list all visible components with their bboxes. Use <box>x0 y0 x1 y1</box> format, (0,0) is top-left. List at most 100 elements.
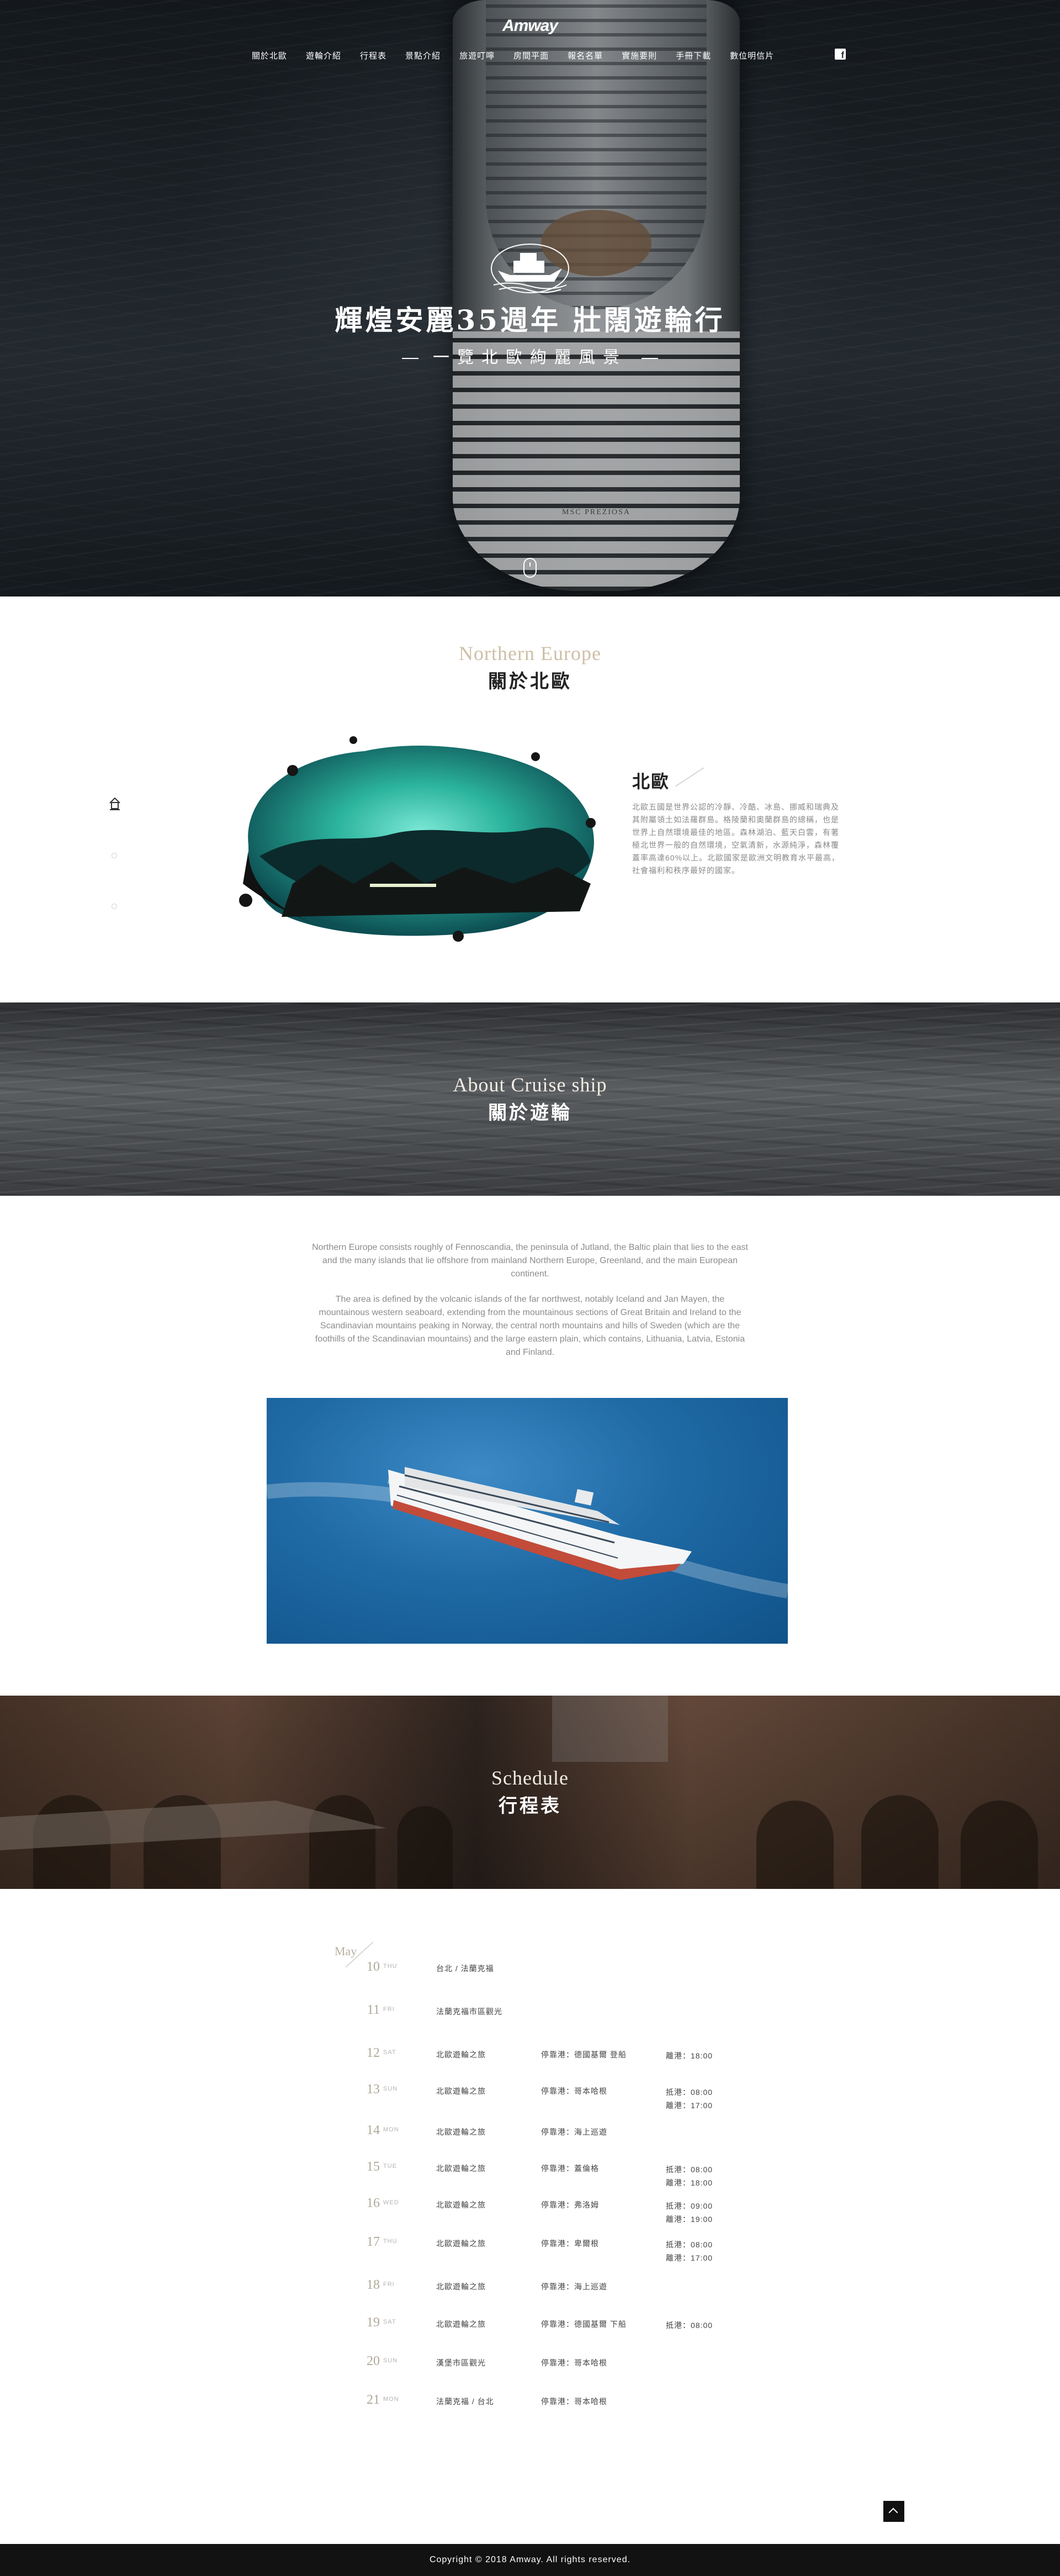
about-cruise-heading: About Cruise ship 關於遊輪 <box>0 1073 1060 1125</box>
schedule-heading: Schedule 行程表 <box>0 1766 1060 1818</box>
section-title-zh: 行程表 <box>499 1795 561 1817</box>
schedule-day: 17 <box>367 2235 380 2249</box>
section-title-en: Northern Europe <box>459 642 601 664</box>
schedule-day: 20 <box>367 2354 380 2368</box>
schedule-section: May 10 THU 台北 / 法蘭克福 11 FRI 法蘭克福市區觀光 12 SAT 北歐遊輪… <box>0 1889 1060 2546</box>
schedule-port: 停靠港：德國基爾 下船 <box>541 2320 627 2329</box>
schedule-port: 停靠港：哥本哈根 <box>541 2397 607 2406</box>
schedule-route: 法蘭克福市區觀光 <box>436 2007 502 2016</box>
schedule-time: 抵港：08:00 <box>666 2088 713 2097</box>
schedule-time: 抵港：08:00 <box>666 2165 713 2174</box>
about-cruise-section: Northern Europe consists roughly of Fenn… <box>0 1196 1060 1696</box>
nav-item[interactable]: 行程表 <box>360 50 386 61</box>
nav-item[interactable]: 手冊下載 <box>676 50 711 61</box>
schedule-day: 16 <box>367 2196 380 2210</box>
schedule-weekday: MON <box>383 2126 399 2133</box>
nav-item[interactable]: 遊輪介紹 <box>306 50 341 61</box>
schedule-times: 抵港：08:00 <box>666 2319 713 2332</box>
schedule-route: 北歐遊輪之旅 <box>436 2320 486 2329</box>
facebook-icon[interactable]: f <box>835 49 846 60</box>
nav-item[interactable]: 實施要則 <box>622 50 657 61</box>
nav-item[interactable]: 數位明信片 <box>730 50 774 61</box>
schedule-route: 北歐遊輪之旅 <box>436 2200 486 2209</box>
schedule-port: 停靠港：哥本哈根 <box>541 2087 607 2095</box>
schedule-times: 離港：18:00 <box>666 2049 713 2062</box>
schedule-port: 停靠港：海上巡遊 <box>541 2128 607 2136</box>
home-icon[interactable] <box>108 796 121 811</box>
schedule-row: 16 WED 北歐遊輪之旅 停靠港：弗洛姆 抵港：09:00 離港：19:00 <box>0 2196 1060 2229</box>
footer: Copyright © 2018 Amway. All rights reser… <box>0 2544 1060 2576</box>
schedule-route: 北歐遊輪之旅 <box>436 2164 486 2173</box>
schedule-row: 10 THU 台北 / 法蘭克福 <box>0 1960 1060 1993</box>
schedule-time: 離港：18:00 <box>666 2051 713 2060</box>
section-title-zh: 關於北歐 <box>488 671 572 693</box>
side-nav-dot[interactable] <box>112 853 117 858</box>
cruise-paragraph: Northern Europe consists roughly of Fenn… <box>312 1243 748 1279</box>
schedule-day: 19 <box>367 2315 380 2330</box>
schedule-port: 停靠港：海上巡遊 <box>541 2282 607 2291</box>
amway-logo[interactable]: Amway <box>497 17 563 35</box>
schedule-route: 漢堡市區觀光 <box>436 2358 486 2367</box>
schedule-time: 抵港：08:00 <box>666 2240 713 2249</box>
schedule-weekday: WED <box>383 2199 399 2206</box>
schedule-day: 13 <box>367 2082 380 2097</box>
hero-subtitle: 一覽北歐絢麗風景 <box>0 344 1060 368</box>
schedule-row: 18 FRI 北歐遊輪之旅 停靠港：海上巡遊 <box>0 2278 1060 2311</box>
schedule-route: 北歐遊輪之旅 <box>436 2239 486 2248</box>
schedule-row: 19 SAT 北歐遊輪之旅 停靠港：德國基爾 下船 抵港：08:00 <box>0 2315 1060 2348</box>
schedule-time: 抵港：09:00 <box>666 2202 713 2210</box>
nav-item[interactable]: 景點介紹 <box>405 50 441 61</box>
nav-item[interactable]: 關於北歐 <box>252 50 287 61</box>
cruise-paragraph: The area is defined by the volcanic isla… <box>315 1295 745 1357</box>
subtitle-dash-right <box>642 358 658 360</box>
aurora-image <box>239 736 596 942</box>
schedule-row: 20 SUN 漢堡市區觀光 停靠港：哥本哈根 <box>0 2354 1060 2387</box>
hero-title: 輝煌安麗35週年 壯闊遊輪行 <box>335 304 725 336</box>
scroll-down-icon[interactable] <box>523 558 537 578</box>
section-title-en: About Cruise ship <box>453 1074 607 1096</box>
cruise-description: Northern Europe consists roughly of Fenn… <box>309 1241 751 1359</box>
schedule-route: 北歐遊輪之旅 <box>436 2282 486 2291</box>
schedule-time: 抵港：08:00 <box>666 2321 713 2330</box>
northern-europe-text: 北歐 北歐五國是世界公認的冷靜、冷酷、冰島、挪威和瑞典及其附屬領土如法羅群島。格… <box>632 768 842 877</box>
nav-item[interactable]: 房間平面 <box>513 50 549 61</box>
schedule-time: 離港：17:00 <box>666 2101 713 2110</box>
schedule-port: 停靠港：弗洛姆 <box>541 2200 599 2209</box>
schedule-day: 10 <box>367 1960 380 1974</box>
section-title-zh: 關於遊輪 <box>488 1102 572 1124</box>
cruise-emblem-icon <box>491 244 569 293</box>
schedule-row: 21 MON 法蘭克福 / 台北 停靠港：哥本哈根 <box>0 2393 1060 2426</box>
nav-item[interactable]: 報名名單 <box>568 50 603 61</box>
section-title-en: Schedule <box>491 1767 569 1789</box>
cruise-ship-photo <box>267 1398 788 1644</box>
hero-subtitle-text: 一覽北歐絢麗風景 <box>433 349 627 367</box>
schedule-day: 21 <box>367 2393 380 2407</box>
schedule-times: 抵港：09:00 離港：19:00 <box>666 2199 713 2226</box>
cruise-ship-illustration <box>267 1467 788 1598</box>
nav-item[interactable]: 旅遊叮嚀 <box>459 50 495 61</box>
schedule-row: 13 SUN 北歐遊輪之旅 停靠港：哥本哈根 抵港：08:00 離港：17:00 <box>0 2082 1060 2115</box>
top-navigation: Amway 關於北歐 遊輪介紹 行程表 景點介紹 旅遊叮嚀 房間平面 報名名單 實施要則 手冊下… <box>0 0 1060 72</box>
schedule-row: 14 MON 北歐遊輪之旅 停靠港：海上巡遊 <box>0 2123 1060 2156</box>
northern-europe-body: 北歐五國是世界公認的冷靜、冷酷、冰島、挪威和瑞典及其附屬領土如法羅群島。格陵蘭和… <box>632 803 840 875</box>
schedule-port: 停靠港：蓋倫格 <box>541 2164 599 2173</box>
schedule-time: 離港：18:00 <box>666 2178 713 2187</box>
schedule-row: 11 FRI 法蘭克福市區觀光 <box>0 2003 1060 2036</box>
schedule-route: 法蘭克福 / 台北 <box>436 2397 494 2406</box>
schedule-weekday: SAT <box>383 2319 396 2325</box>
schedule-day: 14 <box>367 2123 380 2137</box>
schedule-times: 抵港：08:00 離港：17:00 <box>666 2086 713 2112</box>
schedule-row: 17 THU 北歐遊輪之旅 停靠港：卑爾根 抵港：08:00 離港：17:00 <box>0 2235 1060 2268</box>
schedule-weekday: SUN <box>383 2086 398 2092</box>
schedule-weekday: THU <box>383 1963 398 1970</box>
schedule-row: 12 SAT 北歐遊輪之旅 停靠港：德國基爾 登船 離港：18:00 <box>0 2046 1060 2079</box>
schedule-day: 11 <box>367 2003 380 2017</box>
schedule-port: 停靠港：哥本哈根 <box>541 2358 607 2367</box>
schedule-weekday: MON <box>383 2396 399 2403</box>
schedule-weekday: FRI <box>383 2006 395 2013</box>
schedule-weekday: THU <box>383 2238 398 2245</box>
side-nav-dot[interactable] <box>112 904 117 909</box>
chevron-up-icon[interactable] <box>883 2501 904 2522</box>
schedule-times: 抵港：08:00 離港：17:00 <box>666 2238 713 2264</box>
schedule-time: 離港：17:00 <box>666 2253 713 2262</box>
